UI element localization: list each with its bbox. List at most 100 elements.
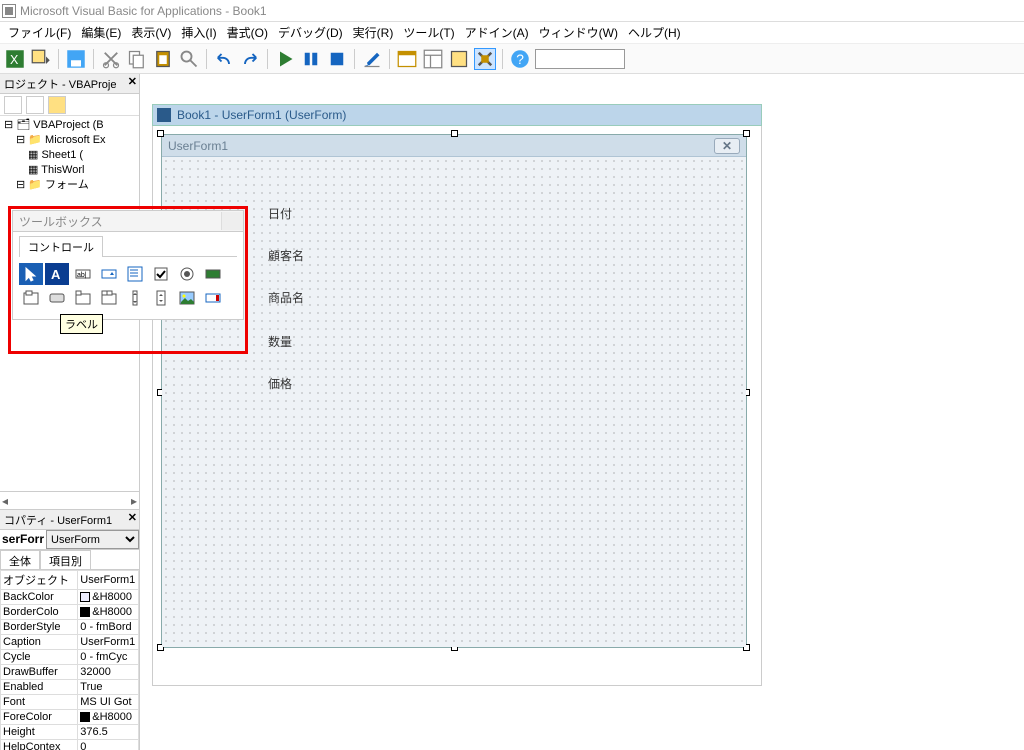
tree-root[interactable]: ⊟ 🗂 VBAProject (B xyxy=(4,118,139,133)
tree-forms-folder[interactable]: ⊟ 📁 フォーム xyxy=(4,178,139,193)
tool-frame-icon[interactable] xyxy=(19,287,43,309)
svg-text:ab|: ab| xyxy=(77,272,87,279)
tool-scrollbar-icon[interactable] xyxy=(123,287,147,309)
redo-icon[interactable] xyxy=(239,48,261,70)
menu-help[interactable]: ヘルプ(H) xyxy=(624,22,685,43)
userform-close-icon[interactable]: ✕ xyxy=(714,138,740,154)
prop-row: CaptionUserForm1 xyxy=(1,635,139,650)
run-icon[interactable] xyxy=(274,48,296,70)
tool-combobox-icon[interactable] xyxy=(97,263,121,285)
menu-view[interactable]: 表示(V) xyxy=(127,22,175,43)
menu-debug[interactable]: デバッグ(D) xyxy=(274,22,347,43)
view-object-icon[interactable] xyxy=(26,96,44,114)
project-explorer-toolbar xyxy=(0,94,139,116)
project-explorer-close-icon[interactable]: ✕ xyxy=(128,75,137,88)
tool-optionbutton-icon[interactable] xyxy=(175,263,199,285)
properties-tab-categorized[interactable]: 項目別 xyxy=(40,550,91,569)
tree-excel-objects[interactable]: ⊟ 📁 Microsoft Ex xyxy=(4,133,139,148)
properties-window-icon[interactable] xyxy=(422,48,444,70)
userform[interactable]: UserForm1 ✕ 日付 顧客名 商品名 数量 価格 xyxy=(161,134,747,648)
tool-textbox-icon[interactable]: ab| xyxy=(71,263,95,285)
label-product[interactable]: 商品名 xyxy=(268,289,304,306)
toolbox-icon[interactable] xyxy=(474,48,496,70)
find-icon[interactable] xyxy=(178,48,200,70)
menubar: ファイル(F) 編集(E) 表示(V) 挿入(I) 書式(O) デバッグ(D) … xyxy=(0,22,1024,44)
menu-edit[interactable]: 編集(E) xyxy=(77,22,125,43)
copy-icon[interactable] xyxy=(126,48,148,70)
design-mode-icon[interactable] xyxy=(361,48,383,70)
project-explorer-icon[interactable] xyxy=(396,48,418,70)
insert-dropdown-icon[interactable] xyxy=(30,48,52,70)
properties-close-icon[interactable]: ✕ xyxy=(128,511,137,524)
toolbox-close-icon[interactable] xyxy=(221,212,243,230)
view-excel-icon[interactable]: X xyxy=(4,48,26,70)
toolbox-window[interactable]: ツールボックス コントロール A ab| xyxy=(12,210,244,320)
break-icon[interactable] xyxy=(300,48,322,70)
menu-file[interactable]: ファイル(F) xyxy=(4,22,75,43)
properties-tab-all[interactable]: 全体 xyxy=(0,550,40,569)
label-price[interactable]: 価格 xyxy=(268,375,292,392)
mdi-area: Book1 - UserForm1 (UserForm) UserForm1 xyxy=(140,74,1024,750)
toolbox-controls-grid: A ab| xyxy=(19,263,237,309)
project-explorer-label: ロジェクト - VBAProje xyxy=(4,76,116,92)
prop-row: Height376.5 xyxy=(1,725,139,740)
properties-title: コパティ - UserForm1 ✕ xyxy=(0,510,139,530)
tool-refedit-icon[interactable] xyxy=(201,287,225,309)
tool-image-icon[interactable] xyxy=(175,287,199,309)
userform-selection[interactable]: UserForm1 ✕ 日付 顧客名 商品名 数量 価格 xyxy=(161,134,753,648)
tool-spinbutton-icon[interactable] xyxy=(149,287,173,309)
prop-row: オブジェクトUserForm1 xyxy=(1,571,139,590)
tree-thisworkbook[interactable]: ▦ ThisWorl xyxy=(4,163,139,178)
project-tree[interactable]: ⊟ 🗂 VBAProject (B ⊟ 📁 Microsoft Ex ▦ She… xyxy=(0,116,139,211)
prop-row: ForeColor&H8000 xyxy=(1,710,139,725)
undo-icon[interactable] xyxy=(213,48,235,70)
designer-window: Book1 - UserForm1 (UserForm) UserForm1 xyxy=(152,104,762,686)
tool-togglebutton-icon[interactable] xyxy=(201,263,225,285)
reset-icon[interactable] xyxy=(326,48,348,70)
cut-icon[interactable] xyxy=(100,48,122,70)
userform-canvas[interactable]: 日付 顧客名 商品名 数量 価格 xyxy=(162,157,746,647)
userform-caption: UserForm1 xyxy=(168,139,228,153)
menu-format[interactable]: 書式(O) xyxy=(223,22,272,43)
prop-row: EnabledTrue xyxy=(1,680,139,695)
left-dock: ロジェクト - VBAProje ✕ ⊟ 🗂 VBAProject (B ⊟ 📁… xyxy=(0,74,140,750)
object-browser-icon[interactable] xyxy=(448,48,470,70)
label-quantity[interactable]: 数量 xyxy=(268,333,292,350)
properties-pane: コパティ - UserForm1 ✕ serForr UserForm 全体 項… xyxy=(0,509,139,750)
menu-window[interactable]: ウィンドウ(W) xyxy=(535,22,622,43)
properties-grid[interactable]: オブジェクトUserForm1 BackColor&H8000 BorderCo… xyxy=(0,570,139,750)
tool-tabstrip-icon[interactable] xyxy=(71,287,95,309)
project-tree-scrollbar[interactable]: ◂▸ xyxy=(0,491,139,509)
svg-text:X: X xyxy=(10,53,19,67)
toolbox-titlebar[interactable]: ツールボックス xyxy=(12,210,244,232)
userform-titlebar: UserForm1 ✕ xyxy=(162,135,746,157)
tree-sheet1[interactable]: ▦ Sheet1 ( xyxy=(4,148,139,163)
tool-checkbox-icon[interactable] xyxy=(149,263,173,285)
menu-tools[interactable]: ツール(T) xyxy=(399,22,458,43)
help-icon[interactable]: ? xyxy=(509,48,531,70)
properties-object-select[interactable]: UserForm xyxy=(46,530,139,549)
paste-icon[interactable] xyxy=(152,48,174,70)
tool-multipage-icon[interactable] xyxy=(97,287,121,309)
procedure-combo[interactable] xyxy=(535,49,625,69)
tool-commandbutton-icon[interactable] xyxy=(45,287,69,309)
project-explorer-title: ロジェクト - VBAProje ✕ xyxy=(0,74,139,94)
save-icon[interactable] xyxy=(65,48,87,70)
view-code-icon[interactable] xyxy=(4,96,22,114)
designer-titlebar[interactable]: Book1 - UserForm1 (UserForm) xyxy=(152,104,762,126)
menu-run[interactable]: 実行(R) xyxy=(349,22,398,43)
menu-addin[interactable]: アドイン(A) xyxy=(461,22,533,43)
label-customer[interactable]: 顧客名 xyxy=(268,247,304,264)
prop-row: DrawBuffer32000 xyxy=(1,665,139,680)
toggle-folders-icon[interactable] xyxy=(48,96,66,114)
properties-label: コパティ - UserForm1 xyxy=(4,512,112,528)
prop-row: BorderStyle0 - fmBord xyxy=(1,620,139,635)
label-date[interactable]: 日付 xyxy=(268,205,292,222)
toolbox-tab-controls[interactable]: コントロール xyxy=(19,236,103,257)
menu-insert[interactable]: 挿入(I) xyxy=(177,22,220,43)
tool-listbox-icon[interactable] xyxy=(123,263,147,285)
app-title: Microsoft Visual Basic for Applications … xyxy=(20,4,267,18)
tool-label-icon[interactable]: A xyxy=(45,263,69,285)
tool-select-icon[interactable] xyxy=(19,263,43,285)
app-icon xyxy=(2,4,16,18)
